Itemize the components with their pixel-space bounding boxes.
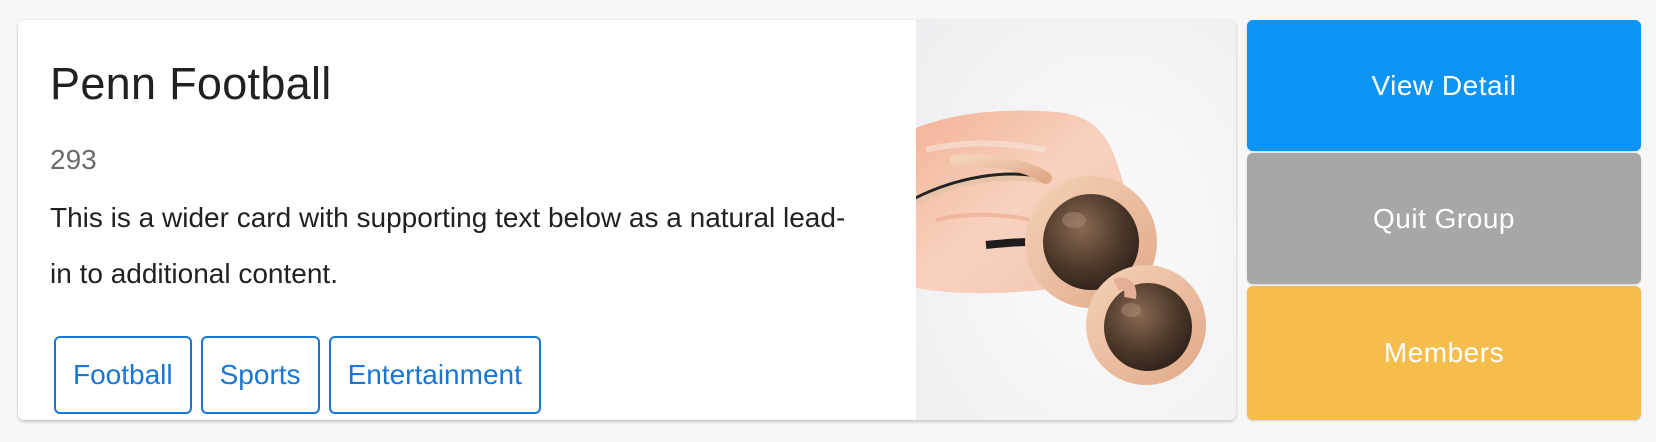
card-title: Penn Football	[50, 58, 332, 109]
card-image	[916, 20, 1236, 420]
members-button[interactable]: Members	[1247, 286, 1641, 420]
quit-group-button[interactable]: Quit Group	[1247, 153, 1641, 284]
tag-entertainment[interactable]: Entertainment	[328, 336, 541, 414]
sunglasses-image	[916, 20, 1236, 420]
member-count: 293	[50, 144, 97, 175]
tag-list: Football Sports Entertainment	[54, 336, 541, 414]
card-body: Penn Football 293 This is a wider card w…	[50, 20, 870, 420]
action-panel: View Detail Quit Group Members	[1247, 20, 1641, 420]
page: Penn Football 293 This is a wider card w…	[0, 0, 1656, 442]
view-detail-button[interactable]: View Detail	[1247, 20, 1641, 151]
card-description: This is a wider card with supporting tex…	[50, 202, 846, 289]
tag-football[interactable]: Football	[54, 336, 192, 414]
group-card: Penn Football 293 This is a wider card w…	[18, 20, 1236, 420]
tag-sports[interactable]: Sports	[200, 336, 320, 414]
